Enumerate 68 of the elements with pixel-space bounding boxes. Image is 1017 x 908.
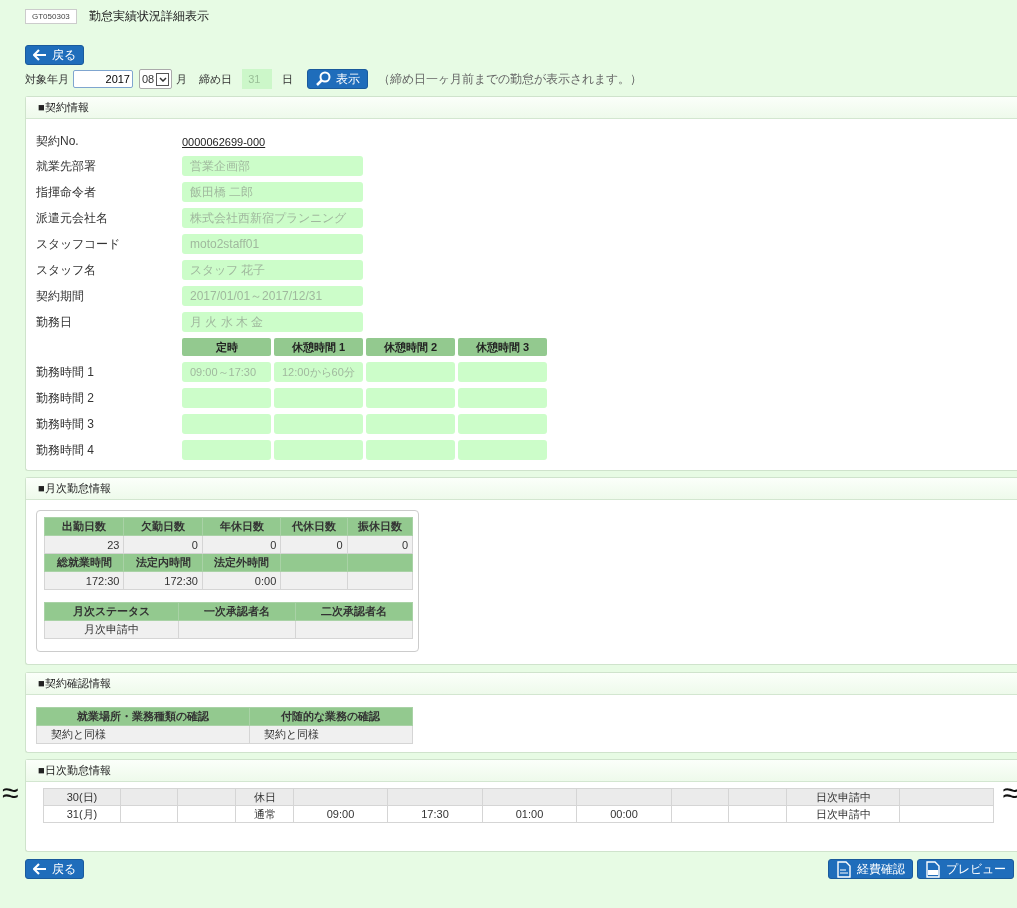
readonly-field: 営業企画部 (182, 156, 363, 176)
row-label: 勤務時間 2 (36, 389, 95, 407)
screen-id: GT050303 (25, 8, 77, 24)
field-label: スタッフコード (36, 235, 121, 253)
table-cell (177, 788, 236, 806)
column-header: 振休日数 (347, 517, 413, 536)
pdf-document-icon (925, 860, 941, 878)
arrow-left-icon (33, 863, 47, 876)
unit-label: 日 (282, 71, 294, 87)
time-field: 12:00から60分 (274, 362, 363, 382)
field-label: 指揮命令者 (36, 183, 97, 201)
table-cell (120, 788, 178, 806)
back-button[interactable]: 戻る (25, 45, 84, 65)
column-header: 年休日数 (202, 517, 281, 536)
column-header: 付随的な業務の確認 (249, 707, 413, 726)
field-label: 対象年月 (25, 71, 69, 87)
hint-text: （締め日一ヶ月前までの勤怠が表示されます。） (378, 70, 643, 88)
column-header: 代休日数 (280, 517, 348, 536)
readonly-field: スタッフ 花子 (182, 260, 363, 280)
row-label: 勤務時間 3 (36, 415, 95, 433)
document-icon (836, 860, 852, 878)
readonly-field: 2017/01/01～2017/12/31 (182, 286, 363, 306)
cut-mark: ≈ (2, 778, 19, 808)
column-header: 定時 (182, 338, 271, 356)
unit-label: 月 (176, 71, 188, 87)
readonly-field: 月 火 水 木 金 (182, 312, 363, 332)
closing-day-field: 31 (242, 69, 273, 89)
field-label: 勤務日 (36, 313, 73, 331)
column-header: 欠勤日数 (123, 517, 203, 536)
column-header: 出勤日数 (44, 517, 124, 536)
column-header: 休憩時間 1 (274, 338, 363, 356)
section-title: ■月次勤怠情報 (38, 481, 111, 496)
month-dropdown[interactable]: 08 (139, 69, 173, 89)
column-header: 二次承認者名 (295, 602, 413, 621)
readonly-field: 株式会社西新宿プランニング (182, 208, 363, 228)
table-cell (728, 788, 787, 806)
field-label: 締め日 (199, 71, 233, 87)
section-title: ■日次勤怠情報 (38, 763, 111, 778)
row-label: 勤務時間 1 (36, 363, 95, 381)
preview-button[interactable]: プレビュー (917, 859, 1014, 879)
back-button[interactable]: 戻る (25, 859, 84, 880)
column-header: 月次ステータス (44, 602, 179, 621)
page-title: 勤怠実績状況詳細表示 (88, 7, 209, 25)
table-cell (671, 788, 729, 806)
year-field[interactable]: 2017 (73, 70, 133, 88)
contract-number-text[interactable]: 0000062699-000 (182, 135, 266, 148)
column-header: 一次承認者名 (178, 602, 296, 621)
table-cell: 30(日) (43, 788, 121, 806)
search-icon (315, 71, 332, 87)
column-header: 就業場所・業務種類の確認 (36, 707, 250, 726)
column-header: 休憩時間 3 (458, 338, 547, 356)
expense-check-button[interactable]: 経費確認 (828, 859, 913, 879)
table-cell: 日次申請中 (786, 788, 900, 806)
field-label: 契約No. (36, 133, 80, 150)
table-cell: 休日 (235, 788, 294, 806)
section-title: ■契約情報 (38, 100, 89, 115)
section-title: ■契約確認情報 (38, 676, 111, 691)
column-header: 休憩時間 2 (366, 338, 455, 356)
field-label: 契約期間 (36, 287, 85, 305)
time-field: 09:00～17:30 (182, 362, 271, 382)
caret-icon (156, 72, 170, 86)
field-label: 就業先部署 (36, 157, 97, 175)
field-label: 派遣元会社名 (36, 209, 109, 227)
field-label: スタッフ名 (36, 261, 97, 279)
readonly-field: moto2staff01 (182, 234, 363, 254)
show-button[interactable]: 表示 (307, 69, 369, 89)
arrow-left-icon (33, 49, 47, 61)
row-label: 勤務時間 4 (36, 441, 95, 459)
